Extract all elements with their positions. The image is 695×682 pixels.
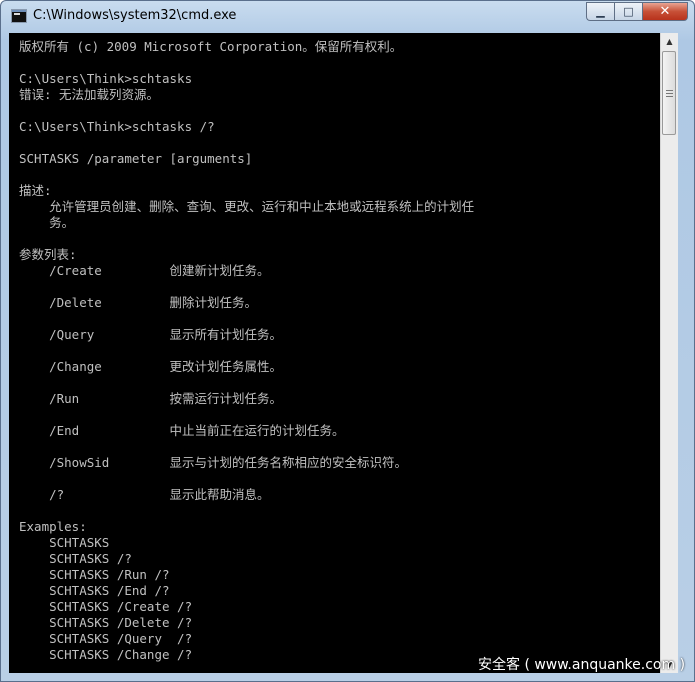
maximize-icon: □ [623,5,634,18]
console-line: 版权所有 (c) 2009 Microsoft Corporation。保留所有… [19,39,403,54]
console-line: 参数列表: [19,247,77,262]
cmd-window: C:\Windows\system32\cmd.exe ▁ □ ✕ 版权所有 (… [0,0,695,682]
console-line: /Query 显示所有计划任务。 [19,327,283,342]
console-line: SCHTASKS /Delete /? [19,615,193,630]
cmd-icon[interactable] [11,9,27,23]
console-line: 描述: [19,183,52,198]
console-line: SCHTASKS /Change /? [19,647,193,662]
console-line: /End 中止当前正在运行的计划任务。 [19,423,345,438]
close-button[interactable]: ✕ [642,2,688,21]
console-line: SCHTASKS /Query /? [19,631,193,646]
console-line: 务。 [19,215,75,230]
scrollbar-thumb[interactable] [662,51,676,135]
minimize-icon: ▁ [596,5,605,18]
maximize-button[interactable]: □ [614,2,642,21]
title-bar[interactable]: C:\Windows\system32\cmd.exe ▁ □ ✕ [1,1,694,33]
console-line: /ShowSid 显示与计划的任务名称相应的安全标识符。 [19,455,408,470]
scroll-up-arrow-icon[interactable]: ▲ [661,33,678,50]
window-title: C:\Windows\system32\cmd.exe [33,8,237,23]
console-line: SCHTASKS /Create /? [19,599,193,614]
console-line: C:\Users\Think>schtasks /? [19,119,215,134]
close-icon: ✕ [659,4,671,19]
thumb-grip [666,96,673,97]
console-line: 允许管理员创建、删除、查询、更改、运行和中止本地或远程系统上的计划任 [19,199,475,214]
console-area[interactable]: 版权所有 (c) 2009 Microsoft Corporation。保留所有… [9,33,660,673]
minimize-button[interactable]: ▁ [586,2,614,21]
caption-buttons: ▁ □ ✕ [586,2,688,22]
thumb-grip [666,90,673,91]
console-line: SCHTASKS /End /? [19,583,170,598]
console-line: /Run 按需运行计划任务。 [19,391,283,406]
console-line: Examples: [19,519,87,534]
console-line: /Create 创建新计划任务。 [19,263,270,278]
console-line: 错误: 无法加载列资源。 [19,87,160,102]
console-line: SCHTASKS /parameter [arguments] [19,151,253,166]
console-line: SCHTASKS /Run /? [19,567,170,582]
console-line: SCHTASKS /? [19,551,132,566]
thumb-grip [666,93,673,94]
console-line: /Delete 删除计划任务。 [19,295,258,310]
console-line: SCHTASKS [19,535,110,550]
console-line: /Change 更改计划任务属性。 [19,359,283,374]
vertical-scrollbar[interactable]: ▲ ▼ [660,33,678,673]
console-line: C:\Users\Think>schtasks [19,71,193,86]
console-output: 版权所有 (c) 2009 Microsoft Corporation。保留所有… [19,39,474,663]
console-line: /? 显示此帮助消息。 [19,487,270,502]
watermark: 安全客 ( www.anquanke.com ) [478,657,686,673]
